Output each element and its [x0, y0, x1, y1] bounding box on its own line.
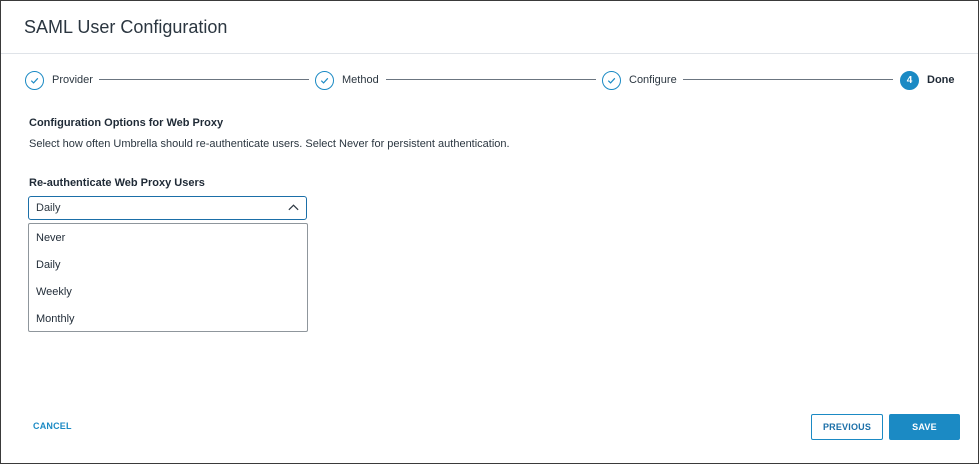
step-done[interactable]: 4 Done [900, 67, 955, 93]
step-method-label: Method [342, 74, 379, 86]
saml-config-dialog: SAML User Configuration Provider Method … [0, 0, 979, 464]
step-connector [683, 79, 893, 80]
option-never[interactable]: Never [29, 225, 307, 252]
option-daily[interactable]: Daily [29, 252, 307, 279]
section-description: Select how often Umbrella should re-auth… [29, 138, 510, 150]
previous-button[interactable]: PREVIOUS [811, 414, 883, 440]
chevron-up-icon [288, 204, 299, 211]
check-icon [25, 70, 44, 90]
check-icon [315, 70, 334, 90]
step-method[interactable]: Method [315, 67, 379, 93]
dialog-title: SAML User Configuration [24, 17, 228, 37]
step-done-label: Done [927, 74, 955, 86]
reauth-dropdown-menu: Never Daily Weekly Monthly [28, 223, 308, 332]
check-icon [602, 70, 621, 90]
wizard-stepper: Provider Method Configure 4 Done [1, 67, 978, 93]
step-configure-label: Configure [629, 74, 677, 86]
select-value: Daily [36, 202, 61, 214]
dialog-header: SAML User Configuration [1, 1, 978, 54]
option-weekly[interactable]: Weekly [29, 279, 307, 306]
reauth-field-label: Re-authenticate Web Proxy Users [29, 177, 205, 189]
option-monthly[interactable]: Monthly [29, 306, 307, 333]
step-connector [99, 79, 309, 80]
step-connector [386, 79, 596, 80]
reauth-select[interactable]: Daily [28, 196, 307, 220]
step-provider-label: Provider [52, 74, 93, 86]
save-button[interactable]: SAVE [889, 414, 960, 440]
step-number-badge: 4 [900, 70, 919, 90]
step-provider[interactable]: Provider [25, 67, 93, 93]
cancel-button[interactable]: CANCEL [33, 421, 72, 431]
section-title: Configuration Options for Web Proxy [29, 117, 224, 129]
step-configure[interactable]: Configure [602, 67, 677, 93]
